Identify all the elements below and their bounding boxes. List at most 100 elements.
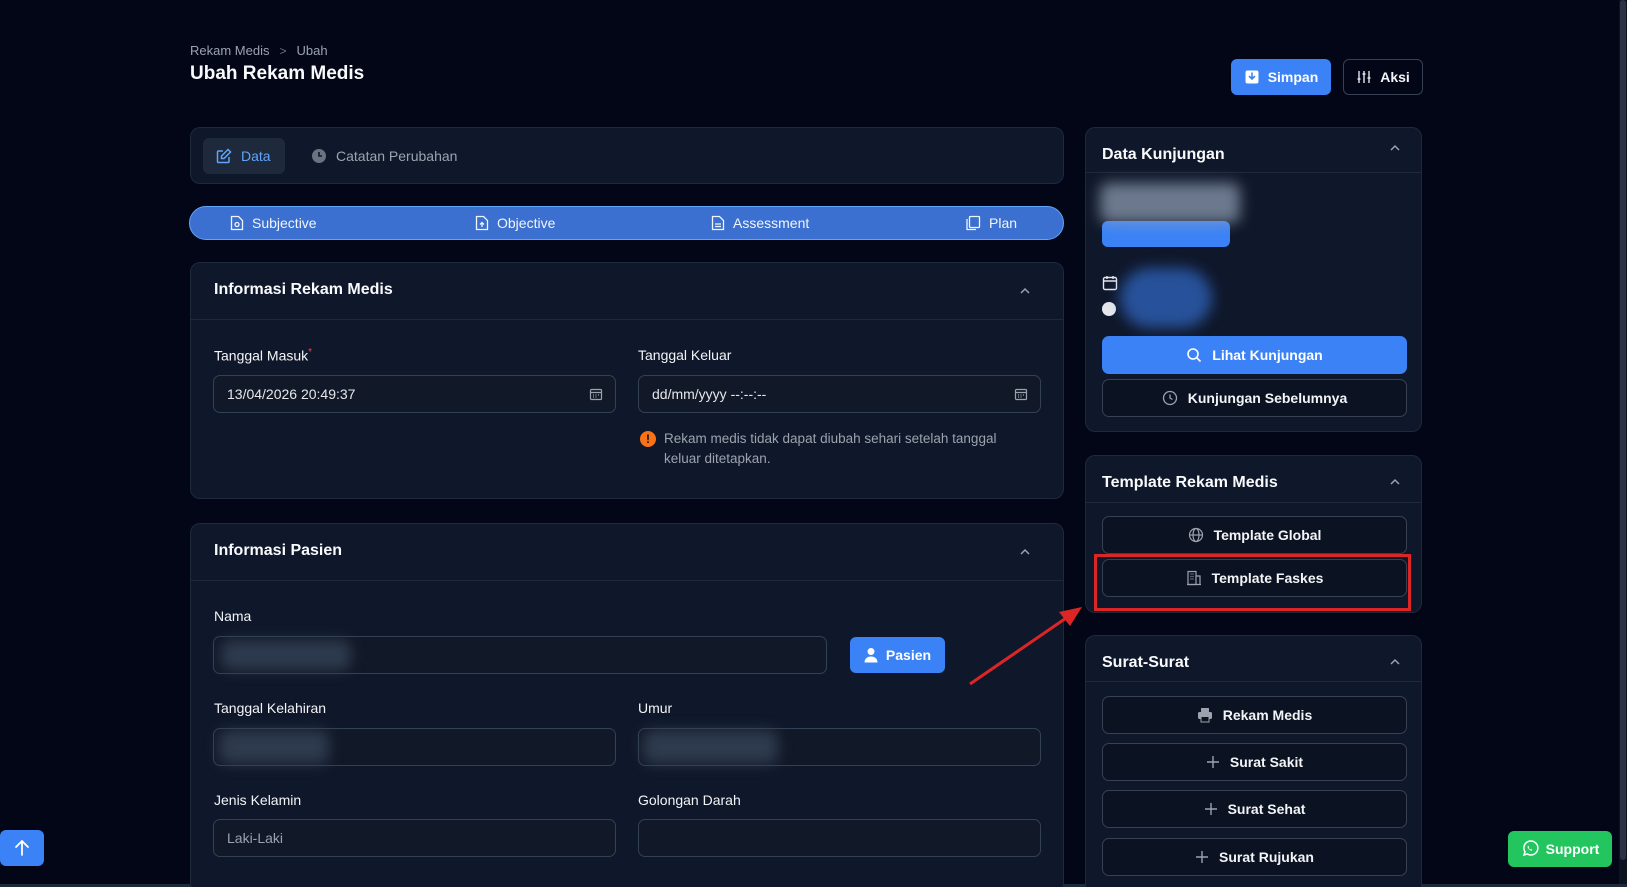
redacted-visit-detail	[1120, 268, 1212, 328]
visit-type-badge	[1102, 221, 1230, 247]
soap-assessment-label: Assessment	[733, 215, 810, 231]
tanggal-keluar-placeholder: dd/mm/yyyy --:--:--	[652, 386, 767, 402]
clock-icon	[1162, 390, 1177, 406]
user-icon	[864, 648, 878, 663]
document-icon	[230, 215, 244, 231]
umur-label: Umur	[638, 700, 673, 716]
rekam-medis-print-button[interactable]: Rekam Medis	[1102, 696, 1407, 734]
whatsapp-icon	[1522, 840, 1539, 857]
save-button[interactable]: Simpan	[1231, 59, 1331, 95]
calendar-icon[interactable]	[589, 387, 603, 401]
required-mark: *	[308, 347, 313, 358]
tanggal-keluar-input[interactable]: dd/mm/yyyy --:--:--	[638, 375, 1041, 413]
document-text-icon	[711, 215, 725, 231]
redacted-visit-info	[1100, 183, 1240, 223]
jenis-kelamin-label: Jenis Kelamin	[214, 792, 302, 808]
surat-title: Surat-Surat	[1102, 654, 1190, 671]
save-label: Simpan	[1267, 69, 1319, 85]
tanggal-lahir-label: Tanggal Kelahiran	[214, 700, 327, 716]
lihat-kunjungan-label: Lihat Kunjungan	[1212, 347, 1323, 363]
jenis-kelamin-input[interactable]: Laki-Laki	[213, 819, 616, 857]
chevron-up-icon[interactable]	[1389, 142, 1401, 154]
breadcrumb-separator: >	[279, 43, 287, 58]
warning-message: ! Rekam medis tidak dapat diubah sehari …	[640, 429, 1020, 469]
scroll-to-top-button[interactable]	[0, 830, 44, 866]
soap-tabs: Subjective Objective Assessment Plan	[189, 206, 1064, 240]
surat-sakit-label: Surat Sakit	[1229, 754, 1304, 770]
redacted-name	[221, 640, 351, 670]
scrollbar-track[interactable]	[1619, 0, 1627, 887]
tab-log[interactable]: Catatan Perubahan	[298, 138, 470, 174]
template-global-label: Template Global	[1213, 527, 1322, 543]
info-rekam-title: Informasi Rekam Medis	[214, 281, 393, 298]
data-kunjungan-card: Data Kunjungan Lihat Kunjungan Kunjungan…	[1085, 127, 1422, 432]
kunjungan-sebelumnya-label: Kunjungan Sebelumnya	[1187, 390, 1348, 406]
golongan-darah-input[interactable]	[638, 819, 1041, 857]
jenis-kelamin-value: Laki-Laki	[227, 830, 284, 846]
tab-log-label: Catatan Perubahan	[336, 148, 458, 164]
divider	[191, 319, 1063, 320]
scrollbar-thumb[interactable]	[1620, 0, 1626, 860]
info-pasien-title: Informasi Pasien	[214, 542, 343, 559]
sliders-icon	[1357, 71, 1371, 83]
redacted-age	[643, 730, 778, 764]
warning-icon: !	[640, 431, 656, 447]
soap-tab-objective[interactable]: Objective	[475, 207, 555, 239]
tab-data-label: Data	[241, 148, 271, 164]
tanggal-masuk-label: Tanggal Masuk*	[214, 347, 313, 364]
plus-icon	[1206, 756, 1219, 768]
tanggal-masuk-value: 13/04/2026 20:49:37	[227, 386, 356, 402]
template-global-button[interactable]: Template Global	[1102, 516, 1407, 554]
actions-button[interactable]: Aksi	[1343, 59, 1423, 95]
divider	[1086, 681, 1421, 682]
highlight-annotation-box	[1094, 554, 1411, 611]
rekam-medis-label: Rekam Medis	[1222, 707, 1313, 723]
surat-rujukan-label: Surat Rujukan	[1219, 849, 1314, 865]
warning-text: Rekam medis tidak dapat diubah sehari se…	[664, 431, 997, 466]
chevron-up-icon[interactable]	[1389, 656, 1401, 668]
search-icon	[1187, 348, 1202, 363]
soap-tab-assessment[interactable]: Assessment	[711, 207, 809, 239]
breadcrumb: Rekam Medis > Ubah	[190, 43, 328, 58]
surat-sakit-button[interactable]: Surat Sakit	[1102, 743, 1407, 781]
doctor-icon	[1102, 302, 1116, 316]
golongan-darah-label: Golongan Darah	[638, 792, 741, 808]
tab-data[interactable]: Data	[203, 138, 285, 174]
surat-rujukan-button[interactable]: Surat Rujukan	[1102, 838, 1407, 876]
surat-sehat-button[interactable]: Surat Sehat	[1102, 790, 1407, 828]
data-kunjungan-title: Data Kunjungan	[1102, 146, 1225, 163]
divider	[191, 580, 1063, 581]
tabs-card: Data Catatan Perubahan	[190, 127, 1064, 184]
chevron-up-icon[interactable]	[1389, 476, 1401, 488]
soap-subjective-label: Subjective	[252, 215, 317, 231]
lihat-kunjungan-button[interactable]: Lihat Kunjungan	[1102, 336, 1407, 374]
calendar-icon[interactable]	[1014, 387, 1028, 401]
breadcrumb-root[interactable]: Rekam Medis	[190, 43, 269, 58]
clock-icon	[312, 149, 326, 163]
document-upload-icon	[475, 215, 489, 231]
chevron-up-icon[interactable]	[1019, 285, 1031, 297]
edit-icon	[216, 148, 232, 164]
chevron-up-icon[interactable]	[1019, 546, 1031, 558]
surat-card: Surat-Surat Rekam Medis Surat Sakit Sura…	[1085, 635, 1422, 887]
breadcrumb-current: Ubah	[296, 43, 328, 58]
soap-tab-subjective[interactable]: Subjective	[230, 207, 317, 239]
nama-label: Nama	[214, 608, 252, 624]
arrow-up-icon	[15, 839, 29, 856]
kunjungan-sebelumnya-button[interactable]: Kunjungan Sebelumnya	[1102, 379, 1407, 417]
tanggal-masuk-input[interactable]: 13/04/2026 20:49:37	[213, 375, 616, 413]
info-pasien-card: Informasi Pasien Nama Tanggal Kelahiran …	[190, 523, 1064, 887]
divider	[1086, 172, 1421, 173]
pasien-label: Pasien	[885, 647, 932, 663]
support-button[interactable]: Support	[1508, 831, 1612, 867]
clipboard-icon	[966, 215, 981, 231]
plus-icon	[1196, 851, 1209, 863]
pasien-button[interactable]: Pasien	[850, 637, 945, 673]
globe-icon	[1188, 527, 1203, 543]
printer-icon	[1197, 708, 1212, 723]
plus-icon	[1204, 803, 1217, 815]
soap-tab-plan[interactable]: Plan	[965, 207, 1017, 239]
page-title: Ubah Rekam Medis	[190, 63, 365, 84]
template-title: Template Rekam Medis	[1102, 474, 1278, 491]
support-label: Support	[1545, 841, 1600, 857]
